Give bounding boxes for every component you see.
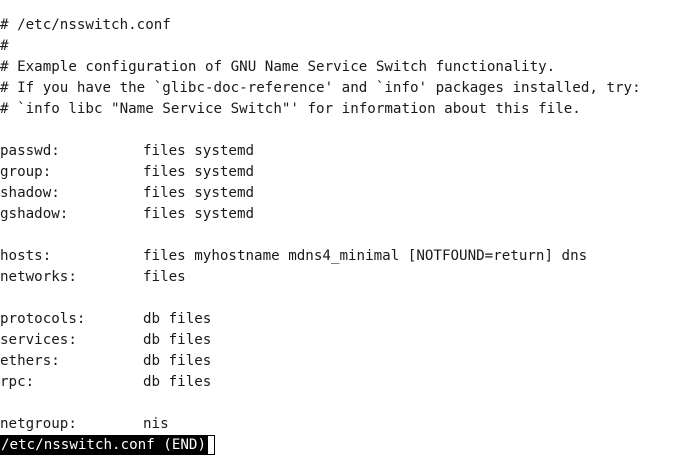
config-value: files: [143, 269, 186, 285]
config-entry-hosts: hosts: files myhostname mdns4_minimal [NO…: [0, 246, 696, 267]
config-entry-protocols: protocols: db files: [0, 309, 696, 330]
config-key: gshadow:: [0, 206, 69, 222]
comment-line: # `info libc "Name Service Switch"' for …: [0, 101, 581, 117]
config-value: files systemd: [143, 206, 255, 222]
config-value: nis: [143, 416, 169, 432]
comment-line: # Example configuration of GNU Name Serv…: [0, 59, 556, 75]
config-value: files myhostname mdns4_minimal [NOTFOUND…: [143, 248, 588, 264]
config-key: networks:: [0, 269, 77, 285]
config-entry-networks: networks: files: [0, 267, 696, 288]
config-entry-group: group: files systemd: [0, 162, 696, 183]
text-cursor[interactable]: [207, 435, 215, 455]
config-value: files systemd: [143, 185, 255, 201]
config-entry-passwd: passwd: files systemd: [0, 141, 696, 162]
file-content: # /etc/nsswitch.conf # # Example configu…: [0, 15, 696, 435]
config-value: db files: [143, 311, 212, 327]
config-entry-gshadow: gshadow: files systemd: [0, 204, 696, 225]
config-value: files systemd: [143, 164, 255, 180]
config-key: ethers:: [0, 353, 60, 369]
config-key: rpc:: [0, 374, 35, 390]
terminal-pager[interactable]: # /etc/nsswitch.conf # # Example configu…: [0, 0, 696, 456]
config-key: services:: [0, 332, 77, 348]
config-entry-ethers: ethers: db files: [0, 351, 696, 372]
pager-status-bar: /etc/nsswitch.conf (END): [0, 434, 215, 456]
comment-line: # /etc/nsswitch.conf: [0, 17, 171, 33]
config-entry-services: services: db files: [0, 330, 696, 351]
config-entry-shadow: shadow: files systemd: [0, 183, 696, 204]
config-value: db files: [143, 332, 212, 348]
config-entry-rpc: rpc: db files: [0, 372, 696, 393]
config-key: netgroup:: [0, 416, 77, 432]
config-key: protocols:: [0, 311, 86, 327]
config-value: db files: [143, 374, 212, 390]
config-value: files systemd: [143, 143, 255, 159]
config-key: passwd:: [0, 143, 60, 159]
config-key: hosts:: [0, 248, 52, 264]
pager-status-text: /etc/nsswitch.conf (END): [0, 435, 207, 455]
comment-line: #: [0, 38, 9, 54]
config-key: group:: [0, 164, 52, 180]
config-key: shadow:: [0, 185, 60, 201]
comment-line: # If you have the `glibc-doc-reference' …: [0, 80, 641, 96]
config-entry-netgroup: netgroup: nis: [0, 414, 696, 435]
config-value: db files: [143, 353, 212, 369]
